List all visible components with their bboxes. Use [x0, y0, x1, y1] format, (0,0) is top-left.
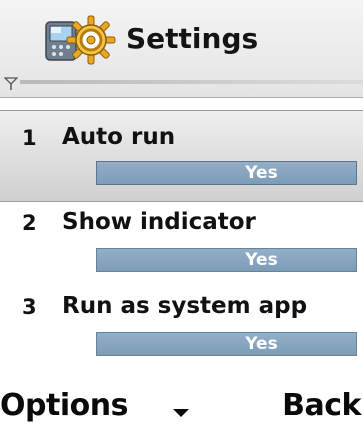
- setting-run-as-system-app[interactable]: 3 Run as system app Yes: [0, 280, 363, 370]
- signal-strength-bar: [20, 80, 363, 84]
- arrow-down-icon[interactable]: [173, 408, 189, 418]
- setting-label: Show indicator: [62, 209, 256, 235]
- settings-list: 1 Auto run Yes 2 Show indicator Yes 3 Ru…: [0, 110, 363, 394]
- setting-number: 1: [22, 126, 37, 150]
- setting-value-field[interactable]: Yes: [96, 161, 357, 185]
- signal-antenna-icon: [4, 77, 18, 90]
- setting-value-field[interactable]: Yes: [96, 248, 357, 272]
- setting-value: Yes: [245, 163, 278, 183]
- options-softkey[interactable]: Options: [0, 388, 128, 424]
- phone-screen: Settings 1 Auto run Yes 2 Show indicator…: [0, 0, 363, 425]
- setting-label: Run as system app: [62, 293, 308, 319]
- setting-number: 2: [22, 211, 37, 235]
- phone-with-gear-icon: [45, 15, 116, 65]
- back-softkey[interactable]: Back: [282, 388, 361, 424]
- setting-value-field[interactable]: Yes: [96, 332, 357, 356]
- setting-value: Yes: [245, 334, 278, 354]
- setting-show-indicator[interactable]: 2 Show indicator Yes: [0, 196, 363, 286]
- setting-value: Yes: [245, 250, 278, 270]
- page-title: Settings: [126, 22, 259, 55]
- softkey-bar: Options Back: [0, 386, 363, 425]
- setting-auto-run[interactable]: 1 Auto run Yes: [0, 110, 363, 202]
- setting-number: 3: [22, 295, 37, 319]
- title-bar: Settings: [0, 0, 363, 70]
- header: Settings: [0, 0, 363, 98]
- setting-label: Auto run: [62, 124, 176, 150]
- header-divider: [0, 97, 363, 98]
